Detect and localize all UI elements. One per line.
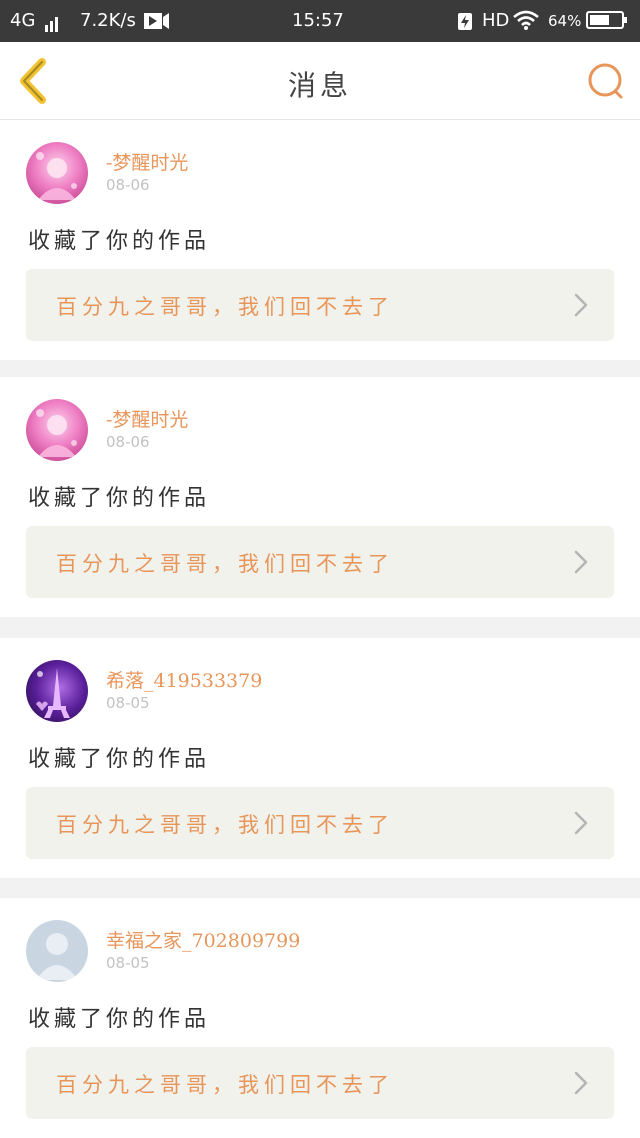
battery-icon <box>586 11 627 29</box>
work-link[interactable]: 百分九之哥哥，我们回不去了 <box>26 1047 614 1119</box>
search-button[interactable] <box>584 60 628 104</box>
message-item[interactable]: 希落_419533379 08-05 收藏了你的作品 百分九之哥哥，我们回不去了 <box>0 638 640 878</box>
default-user-icon <box>36 933 78 980</box>
video-icon <box>144 12 170 34</box>
message-date: 08-05 <box>106 694 150 712</box>
hd-indicator: HD <box>482 10 510 31</box>
message-item[interactable]: -梦醒时光 08-06 收藏了你的作品 百分九之哥哥，我们回不去了 <box>0 120 640 360</box>
work-title: 百分九之哥哥，我们回不去了 <box>56 552 394 576</box>
battery-percent: 64% <box>548 12 582 30</box>
action-text: 收藏了你的作品 <box>28 747 211 772</box>
work-title: 百分九之哥哥，我们回不去了 <box>56 295 394 319</box>
network-speed: 7.2K/s <box>80 10 136 31</box>
battery-level <box>590 15 609 25</box>
chevron-right-icon <box>574 811 588 835</box>
work-link[interactable]: 百分九之哥哥，我们回不去了 <box>26 269 614 341</box>
username[interactable]: 幸福之家_702809799 <box>106 926 300 953</box>
message-date: 08-05 <box>106 954 150 972</box>
search-icon <box>588 63 623 99</box>
user-avatar[interactable] <box>26 142 88 204</box>
network-indicator: 4G <box>10 10 60 32</box>
message-date: 08-06 <box>106 433 150 451</box>
user-avatar[interactable] <box>26 920 88 982</box>
user-avatar[interactable] <box>26 399 88 461</box>
user-avatar[interactable] <box>26 660 88 722</box>
wifi-icon <box>512 9 540 31</box>
username[interactable]: -梦醒时光 <box>106 148 188 175</box>
message-item[interactable]: 幸福之家_702809799 08-05 收藏了你的作品 百分九之哥哥，我们回不… <box>0 898 640 1138</box>
clock: 15:57 <box>292 10 344 31</box>
chevron-right-icon <box>574 1071 588 1095</box>
work-title: 百分九之哥哥，我们回不去了 <box>56 1073 394 1097</box>
action-text: 收藏了你的作品 <box>28 486 211 511</box>
chevron-right-icon <box>574 550 588 574</box>
action-text: 收藏了你的作品 <box>28 229 211 254</box>
network-type: 4G <box>10 10 36 31</box>
work-link[interactable]: 百分九之哥哥，我们回不去了 <box>26 526 614 598</box>
message-item[interactable]: -梦醒时光 08-06 收藏了你的作品 百分九之哥哥，我们回不去了 <box>0 377 640 617</box>
work-title: 百分九之哥哥，我们回不去了 <box>56 813 394 837</box>
username[interactable]: -梦醒时光 <box>106 405 188 432</box>
chevron-right-icon <box>574 293 588 317</box>
signal-icon <box>45 10 60 32</box>
charging-icon <box>457 11 473 33</box>
work-link[interactable]: 百分九之哥哥，我们回不去了 <box>26 787 614 859</box>
username[interactable]: 希落_419533379 <box>106 666 262 693</box>
navigation-bar: 消息 <box>0 42 640 120</box>
page-title: 消息 <box>287 69 352 102</box>
status-bar: 4G 7.2K/s 15:57 HD 64% <box>0 0 640 42</box>
message-date: 08-06 <box>106 176 150 194</box>
action-text: 收藏了你的作品 <box>28 1007 211 1032</box>
